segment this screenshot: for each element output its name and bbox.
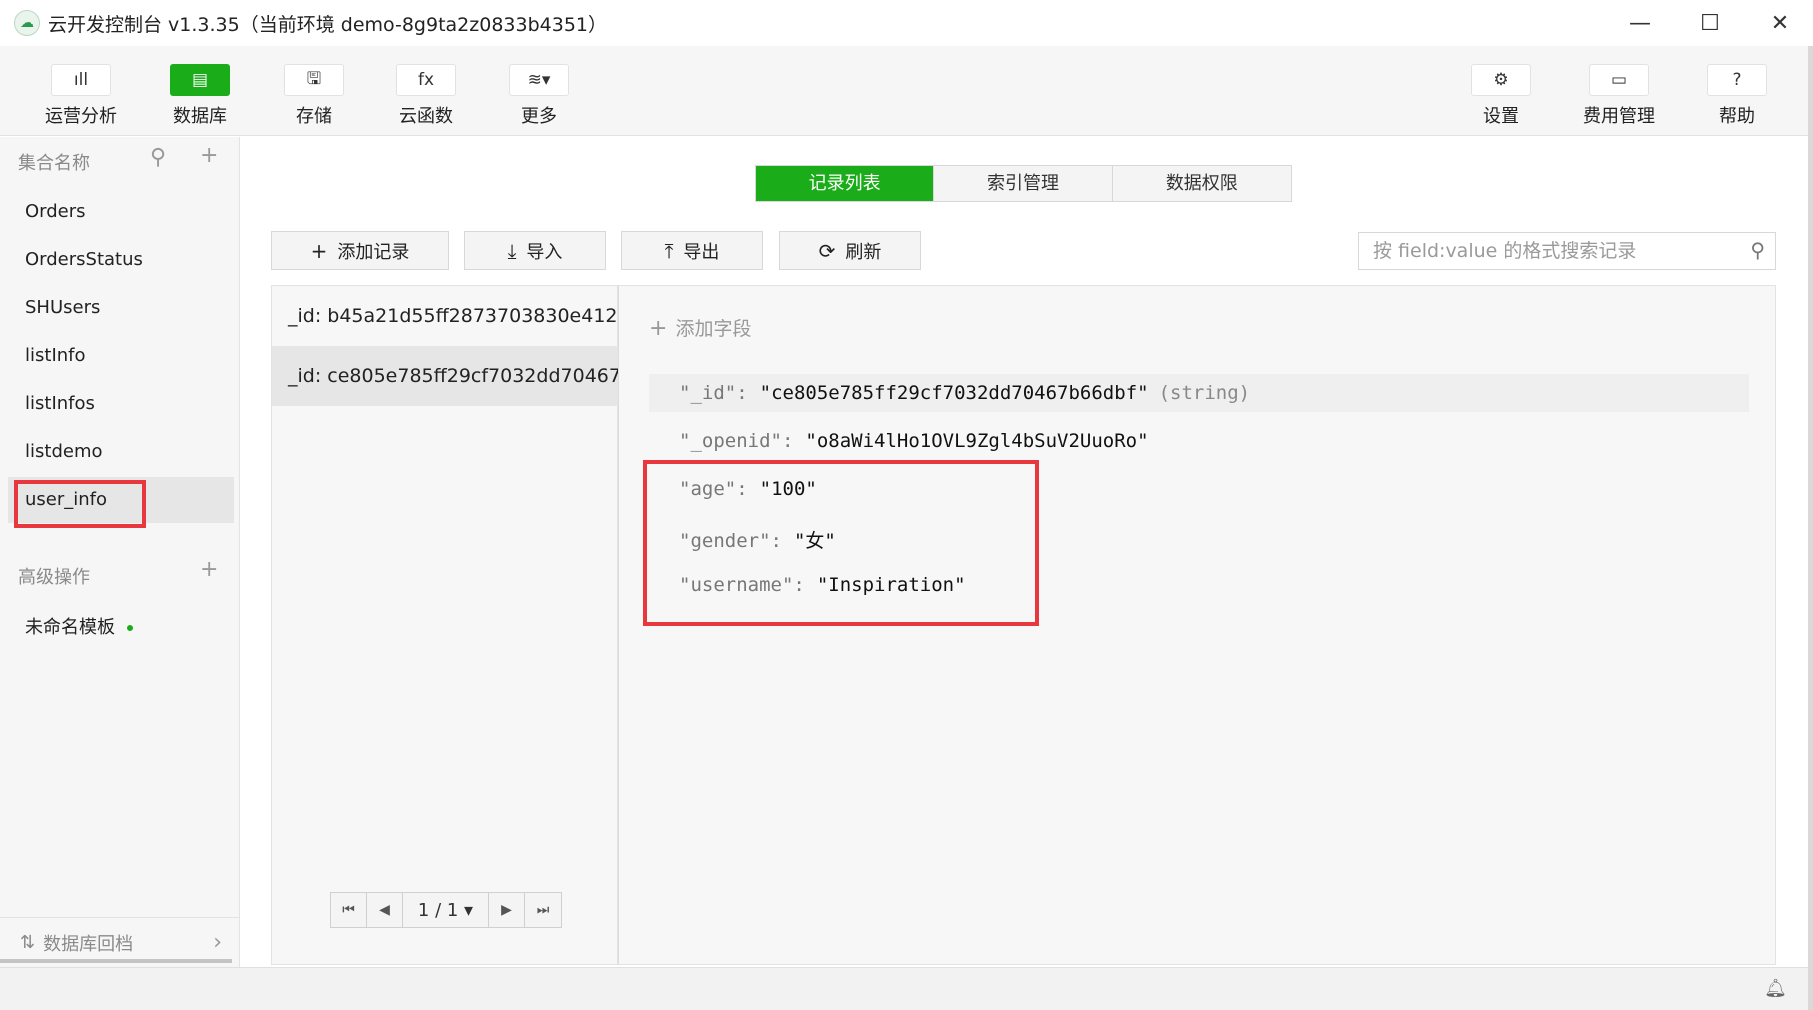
help-icon: ?: [1707, 64, 1767, 96]
toolbar-settings-button[interactable]: ⚙ 设置: [1446, 64, 1556, 128]
add-record-button[interactable]: + 添加记录: [271, 231, 449, 270]
plus-icon: +: [649, 316, 668, 341]
collection-sidebar: 集合名称 ⚲ + Orders OrdersStatus SHUsers lis…: [0, 137, 240, 967]
highlight-box-fields: [643, 460, 1039, 626]
minimize-button[interactable]: —: [1605, 0, 1675, 46]
tab-index-management[interactable]: 索引管理: [934, 166, 1113, 201]
toolbar-label: 云函数: [399, 106, 453, 127]
toolbar-label: 帮助: [1719, 106, 1755, 127]
toolbar-label: 费用管理: [1583, 106, 1655, 127]
import-button[interactable]: ⤓ 导入: [464, 231, 606, 270]
tab-data-permissions[interactable]: 数据权限: [1112, 166, 1291, 201]
import-label: 导入: [526, 241, 563, 263]
toolbar-label: 更多: [521, 106, 557, 127]
add-field-button[interactable]: + 添加字段: [649, 314, 751, 341]
toolbar-functions-button[interactable]: fx 云函数: [371, 64, 481, 128]
field-value: "o8aWi4lHo1OVL9Zgl4bSuV2UuoRo": [805, 430, 1149, 452]
refresh-icon: ⟳: [818, 238, 836, 263]
main-toolbar: ıll 运营分析 ▤ 数据库 🖫 存储 fx 云函数 ≋▾ 更多 ⚙ 设置 ▭ …: [0, 46, 1813, 136]
toolbar-label: 存储: [296, 106, 332, 127]
field-openid[interactable]: "_openid": "o8aWi4lHo1OVL9Zgl4bSuV2UuoRo": [679, 430, 1149, 452]
collection-item-shusers[interactable]: SHUsers: [8, 285, 234, 331]
bar-chart-icon: ıll: [51, 64, 111, 96]
field-type: (string): [1158, 382, 1251, 404]
record-search[interactable]: ⚲: [1358, 232, 1776, 270]
template-item[interactable]: 未命名模板: [8, 605, 234, 651]
advanced-header: 高级操作: [18, 567, 90, 588]
toolbar-label: 设置: [1483, 106, 1519, 127]
next-page-icon[interactable]: ▶: [489, 893, 525, 927]
toolbar-billing-button[interactable]: ▭ 费用管理: [1564, 64, 1674, 128]
sort-arrows-icon: ⇅: [20, 932, 36, 953]
toolbar-database-button[interactable]: ▤ 数据库: [145, 64, 255, 128]
template-name: 未命名模板: [25, 617, 115, 638]
refresh-button[interactable]: ⟳ 刷新: [779, 231, 921, 270]
last-page-icon[interactable]: ⏭: [525, 893, 561, 927]
collections-header: 集合名称: [18, 153, 90, 174]
field-value: "ce805e785ff29cf7032dd70467b66dbf": [759, 382, 1149, 404]
status-dot-icon: [127, 625, 133, 631]
layers-icon: ≋▾: [509, 64, 569, 96]
tab-record-list[interactable]: 记录列表: [756, 166, 935, 201]
close-button[interactable]: ✕: [1745, 0, 1813, 46]
window-title: 云开发控制台 v1.3.35（当前环境 demo-8g9ta2z0833b435…: [48, 13, 608, 36]
sidebar-scrollbar[interactable]: [0, 959, 232, 963]
pagination: ⏮ ◀ 1 / 1 ▾ ▶ ⏭: [330, 892, 562, 928]
toolbar-label: 运营分析: [45, 106, 117, 127]
prev-page-icon[interactable]: ◀: [367, 893, 403, 927]
record-item[interactable]: _id: b45a21d55ff2873703830e4125...: [272, 286, 619, 346]
toolbar-analytics-button[interactable]: ıll 运营分析: [26, 64, 136, 128]
field-id[interactable]: "_id": "ce805e785ff29cf7032dd70467b66dbf"…: [679, 382, 1250, 404]
page-select[interactable]: 1 / 1 ▾: [403, 893, 489, 927]
database-tabs: 记录列表 索引管理 数据权限: [755, 165, 1292, 202]
collection-item-listinfos[interactable]: listInfos: [8, 381, 234, 427]
search-icon[interactable]: ⚲: [150, 145, 166, 170]
toolbar-help-button[interactable]: ? 帮助: [1682, 64, 1792, 128]
database-icon: ▤: [170, 64, 230, 96]
record-item-selected[interactable]: _id: ce805e785ff29cf7032dd70467...: [272, 346, 619, 406]
toolbar-label: 数据库: [173, 106, 227, 127]
highlight-box-user-info: [14, 480, 146, 528]
refresh-label: 刷新: [845, 241, 882, 263]
plus-icon: +: [310, 238, 328, 263]
collection-item-ordersstatus[interactable]: OrdersStatus: [8, 237, 234, 283]
add-collection-icon[interactable]: +: [200, 143, 218, 168]
upload-icon: ⤒: [664, 238, 674, 263]
collection-item-orders[interactable]: Orders: [8, 189, 234, 235]
maximize-button[interactable]: ☐: [1675, 0, 1745, 46]
download-icon: ⤓: [507, 238, 517, 263]
field-key: "_openid":: [679, 430, 794, 452]
rollback-label: 数据库回档: [43, 933, 134, 955]
bell-icon[interactable]: 🔔︎: [1764, 978, 1787, 999]
title-bar: ☁ 云开发控制台 v1.3.35（当前环境 demo-8g9ta2z0833b4…: [0, 0, 1813, 46]
field-key: "_id":: [679, 382, 748, 404]
record-search-input[interactable]: [1359, 233, 1729, 269]
function-icon: fx: [396, 64, 456, 96]
window-right-border: [1808, 46, 1813, 1010]
collection-item-listdemo[interactable]: listdemo: [8, 429, 234, 475]
add-template-icon[interactable]: +: [200, 557, 218, 582]
billing-icon: ▭: [1589, 64, 1649, 96]
chevron-right-icon: ›: [213, 930, 222, 955]
search-icon[interactable]: ⚲: [1750, 238, 1765, 262]
toolbar-more-button[interactable]: ≋▾ 更多: [484, 64, 594, 128]
add-record-label: 添加记录: [337, 241, 410, 263]
save-disk-icon: 🖫: [284, 64, 344, 96]
export-button[interactable]: ⤒ 导出: [621, 231, 763, 270]
record-list: _id: b45a21d55ff2873703830e4125... _id: …: [271, 285, 619, 965]
add-field-label: 添加字段: [675, 318, 752, 340]
app-logo-icon: ☁: [14, 10, 40, 36]
gear-icon: ⚙: [1471, 64, 1531, 96]
collection-item-listinfo[interactable]: listInfo: [8, 333, 234, 379]
status-bar: 🔔︎: [0, 967, 1813, 1010]
first-page-icon[interactable]: ⏮: [331, 893, 367, 927]
toolbar-storage-button[interactable]: 🖫 存储: [259, 64, 369, 128]
export-label: 导出: [683, 241, 720, 263]
